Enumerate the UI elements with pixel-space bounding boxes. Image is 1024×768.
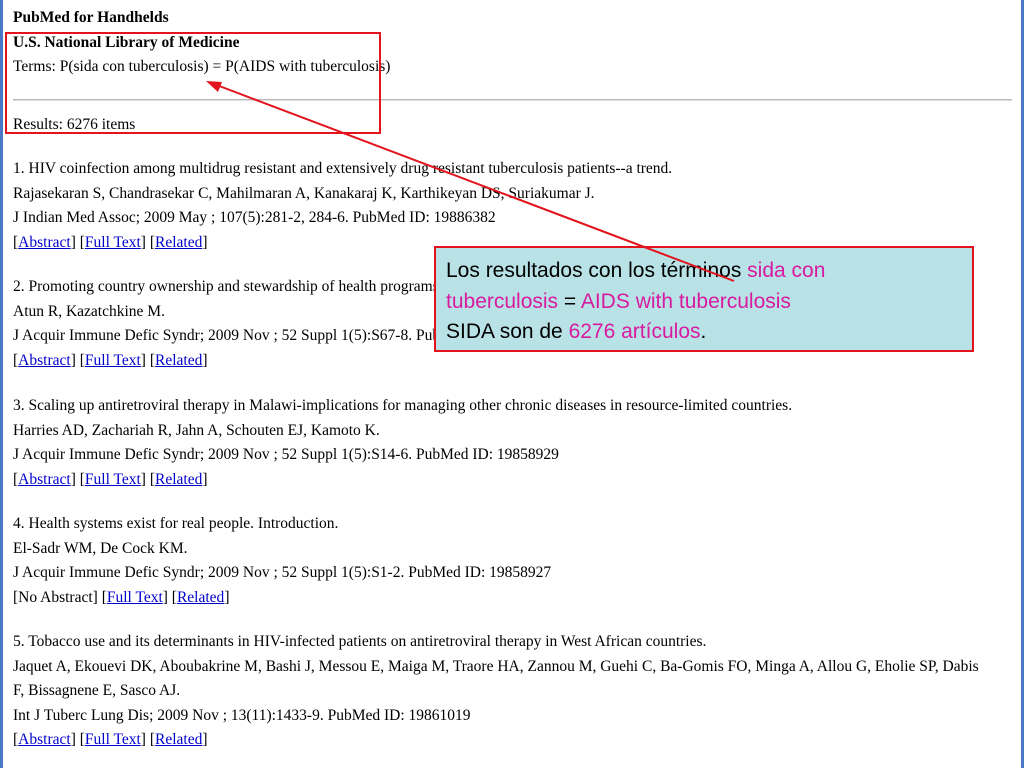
arrow-line (213, 83, 735, 282)
annotation-arrow (206, 81, 735, 282)
arrow-head (206, 81, 222, 92)
